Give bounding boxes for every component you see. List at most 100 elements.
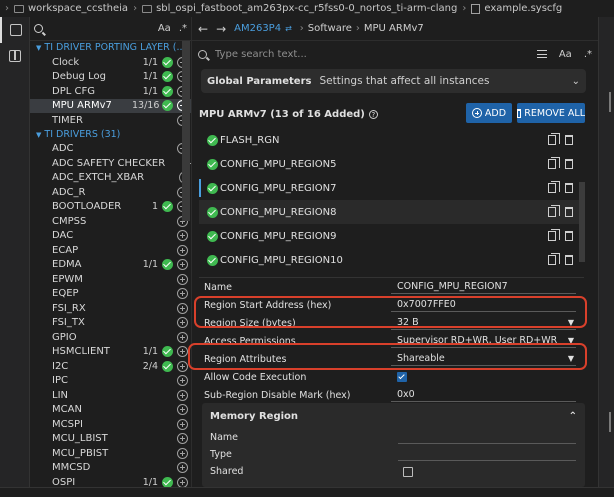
copy-icon[interactable] bbox=[548, 157, 560, 169]
module-item-adc-extch-xbar[interactable]: ADC_EXTCH_XBAR bbox=[30, 171, 191, 186]
instance-item-config-mpu-region10[interactable]: CONFIG_MPU_REGION10 bbox=[199, 248, 579, 272]
module-item-mcu-pbist[interactable]: MCU_PBIST bbox=[30, 446, 191, 461]
breadcrumb-project[interactable]: sbl_ospi_fastboot_am263px-cc_r5fss0-0_no… bbox=[142, 3, 457, 14]
activity-config-button[interactable] bbox=[0, 17, 30, 43]
copy-icon[interactable] bbox=[548, 181, 560, 193]
module-item-dpl-cfg[interactable]: DPL CFG 1/1 bbox=[30, 84, 191, 99]
match-case-toggle[interactable]: Aa bbox=[559, 49, 572, 60]
add-circle-icon[interactable] bbox=[177, 302, 188, 314]
module-item-epwm[interactable]: EPWM bbox=[30, 272, 191, 287]
copy-icon[interactable] bbox=[548, 253, 560, 265]
trash-icon[interactable] bbox=[565, 231, 573, 241]
module-item-mmcsd[interactable]: MMCSD bbox=[30, 461, 191, 476]
module-item-adc-safety-checker[interactable]: ADC SAFETY CHECKER bbox=[30, 156, 191, 171]
remove-all-button[interactable]: REMOVE ALL bbox=[517, 103, 585, 123]
instance-item-config-mpu-region8[interactable]: CONFIG_MPU_REGION8 bbox=[199, 200, 579, 224]
add-circle-icon[interactable] bbox=[177, 317, 188, 329]
add-circle-icon[interactable] bbox=[177, 259, 188, 271]
add-circle-icon[interactable] bbox=[177, 331, 188, 343]
instance-item-config-mpu-region5[interactable]: CONFIG_MPU_REGION5 bbox=[199, 152, 579, 176]
trash-icon[interactable] bbox=[565, 183, 573, 193]
memory-region-header[interactable]: Memory Region ⌃ bbox=[202, 403, 585, 429]
add-circle-icon[interactable] bbox=[177, 375, 188, 387]
module-item-ecap[interactable]: ECAP bbox=[30, 243, 191, 258]
module-item-mpu-armv7[interactable]: MPU ARMv7 13/16 bbox=[30, 98, 191, 113]
shared-checkbox[interactable] bbox=[403, 466, 413, 477]
memory-region-name-field[interactable] bbox=[398, 432, 576, 444]
add-circle-icon[interactable] bbox=[177, 389, 188, 401]
trash-icon[interactable] bbox=[565, 255, 573, 265]
module-item-bootloader[interactable]: BOOTLOADER 1 bbox=[30, 200, 191, 215]
add-circle-icon[interactable] bbox=[177, 230, 188, 242]
module-item-eqep[interactable]: EQEP bbox=[30, 287, 191, 302]
subregion-field[interactable]: 0x0 bbox=[391, 388, 576, 402]
add-circle-icon[interactable] bbox=[177, 360, 188, 372]
module-search-bar[interactable]: Aa .* bbox=[30, 17, 191, 41]
region-size-select[interactable]: 32 B ▼ bbox=[391, 316, 576, 330]
name-field[interactable]: CONFIG_MPU_REGION7 bbox=[391, 280, 576, 294]
add-circle-icon[interactable] bbox=[177, 447, 188, 459]
trash-icon[interactable] bbox=[565, 135, 573, 145]
scrollbar[interactable] bbox=[182, 41, 190, 221]
global-parameters-panel[interactable]: Global Parameters Settings that affect a… bbox=[201, 69, 586, 93]
module-item-debug-log[interactable]: Debug Log 1/1 bbox=[30, 70, 191, 85]
module-item-dac[interactable]: DAC bbox=[30, 229, 191, 244]
chevron-up-icon[interactable]: ⌃ bbox=[569, 411, 577, 422]
start-address-field[interactable]: 0x7007FFE0 bbox=[391, 298, 576, 312]
trash-icon[interactable] bbox=[565, 207, 573, 217]
add-circle-icon[interactable] bbox=[177, 404, 188, 416]
module-item-gpio[interactable]: GPIO bbox=[30, 330, 191, 345]
match-case-toggle[interactable]: Aa bbox=[158, 23, 171, 34]
regex-toggle[interactable]: .* bbox=[584, 49, 592, 60]
module-item-lin[interactable]: LIN bbox=[30, 388, 191, 403]
add-circle-icon[interactable] bbox=[177, 273, 188, 285]
memory-region-type-field[interactable] bbox=[398, 449, 576, 461]
access-permissions-select[interactable]: Supervisor RD+WR, User RD+WR ▼ bbox=[391, 334, 576, 348]
module-item-fsi-rx[interactable]: FSI_RX bbox=[30, 301, 191, 316]
search-input[interactable] bbox=[215, 48, 529, 60]
list-view-icon[interactable] bbox=[536, 50, 547, 58]
instance-item-flash-rgn[interactable]: FLASH_RGN bbox=[199, 128, 579, 152]
breadcrumb-workspace[interactable]: workspace_ccstheia bbox=[14, 3, 128, 14]
module-item-mcspi[interactable]: MCSPI bbox=[30, 417, 191, 432]
allow-code-execution-checkbox[interactable] bbox=[397, 372, 407, 382]
module-item-clock[interactable]: Clock 1/1 bbox=[30, 55, 191, 70]
section-ti-drivers[interactable]: ▼ TI DRIVERS (31) bbox=[30, 128, 191, 142]
chevron-down-icon[interactable]: ⌄ bbox=[572, 76, 580, 87]
add-circle-icon[interactable] bbox=[177, 244, 188, 256]
copy-icon[interactable] bbox=[548, 133, 560, 145]
module-item-adc-r[interactable]: ADC_R bbox=[30, 185, 191, 200]
regex-toggle[interactable]: .* bbox=[179, 23, 187, 34]
add-circle-icon[interactable] bbox=[177, 418, 188, 430]
add-circle-icon[interactable] bbox=[177, 346, 188, 358]
search-icon[interactable] bbox=[34, 24, 43, 33]
module-item-cmpss[interactable]: CMPSS bbox=[30, 214, 191, 229]
section-porting-layer[interactable]: ▼ TI DRIVER PORTING LAYER (... bbox=[30, 41, 191, 55]
breadcrumb-file[interactable]: example.syscfg bbox=[471, 3, 562, 14]
instance-item-config-mpu-region9[interactable]: CONFIG_MPU_REGION9 bbox=[199, 224, 579, 248]
module-item-i2c[interactable]: I2C 2/4 bbox=[30, 359, 191, 374]
region-attributes-select[interactable]: Shareable ▼ bbox=[391, 352, 576, 366]
module-item-adc[interactable]: ADC bbox=[30, 142, 191, 157]
add-button[interactable]: ADD bbox=[466, 103, 512, 123]
help-icon[interactable]: ? bbox=[368, 110, 378, 119]
module-item-fsi-tx[interactable]: FSI_TX bbox=[30, 316, 191, 331]
module-item-mcan[interactable]: MCAN bbox=[30, 403, 191, 418]
module-item-mcu-lbist[interactable]: MCU_LBIST bbox=[30, 432, 191, 447]
forward-arrow-icon[interactable]: → bbox=[216, 22, 226, 36]
add-circle-icon[interactable] bbox=[177, 288, 188, 300]
back-arrow-icon[interactable]: ← bbox=[198, 22, 208, 36]
device-selector[interactable]: AM263P4 bbox=[234, 23, 281, 34]
instance-item-config-mpu-region7[interactable]: CONFIG_MPU_REGION7 bbox=[199, 176, 579, 200]
copy-icon[interactable] bbox=[548, 205, 560, 217]
swap-icon[interactable]: ⇄ bbox=[285, 24, 292, 33]
add-circle-icon[interactable] bbox=[177, 433, 188, 445]
activity-grid-button[interactable] bbox=[0, 43, 30, 69]
module-item-hsmclient[interactable]: HSMCLIENT 1/1 bbox=[30, 345, 191, 360]
crumb-software[interactable]: Software bbox=[308, 23, 352, 34]
scrollbar[interactable] bbox=[579, 182, 585, 262]
module-item-edma[interactable]: EDMA 1/1 bbox=[30, 258, 191, 273]
copy-icon[interactable] bbox=[548, 229, 560, 241]
add-circle-icon[interactable] bbox=[177, 462, 188, 474]
trash-icon[interactable] bbox=[565, 159, 573, 169]
